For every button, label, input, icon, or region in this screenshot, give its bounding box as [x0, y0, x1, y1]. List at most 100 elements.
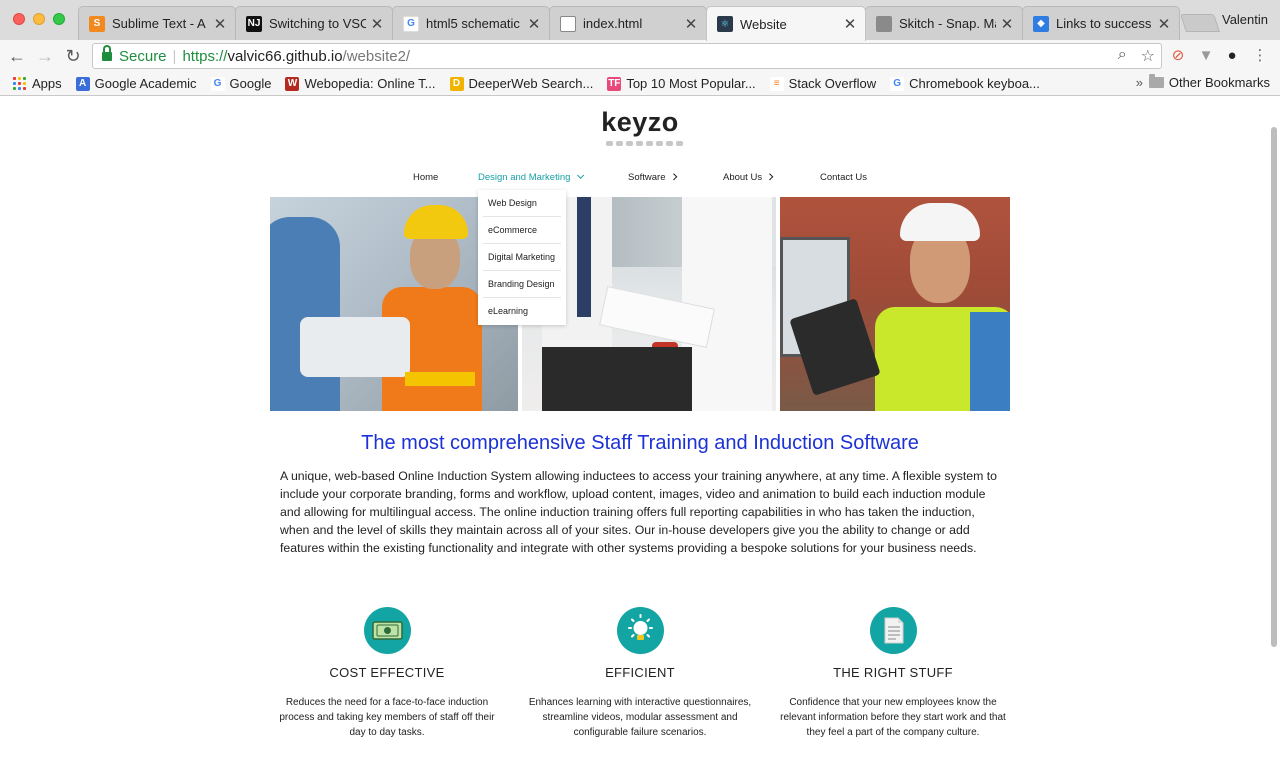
google-icon: G — [890, 76, 905, 91]
tab-website[interactable]: ⚛ Website ✕ — [706, 6, 866, 41]
bookmark-label: Stack Overflow — [788, 76, 877, 91]
feature-cost-effective: COST EFFECTIVE Reduces the need for a fa… — [272, 607, 502, 740]
money-icon — [363, 607, 411, 654]
close-tab-icon[interactable]: ✕ — [370, 15, 384, 33]
google-academic-icon: A — [75, 76, 90, 91]
bookmark-google-academic[interactable]: A Google Academic — [75, 76, 197, 91]
divider: | — [172, 47, 177, 65]
chevron-right-icon — [766, 173, 774, 181]
tab-title: Switching to VSCo — [269, 16, 366, 31]
nav-label: Contact Us — [820, 172, 867, 183]
dropdown-item-elearning[interactable]: eLearning — [483, 298, 561, 325]
feature-title: COST EFFECTIVE — [329, 665, 445, 680]
bookmark-deeperweb[interactable]: D DeeperWeb Search... — [449, 76, 594, 91]
design-marketing-dropdown: Web Design eCommerce Digital Marketing B… — [478, 190, 566, 325]
tab-skitch[interactable]: Skitch - Snap. Ma ✕ — [865, 6, 1023, 40]
layers-icon: ◆ — [1033, 15, 1049, 32]
profile-name[interactable]: Valentin — [1222, 12, 1268, 27]
close-tab-icon[interactable]: ✕ — [684, 15, 698, 33]
feature-title: EFFICIENT — [605, 665, 675, 680]
menu-icon[interactable]: ⋮ — [1250, 46, 1270, 66]
nj-icon: NJ — [246, 15, 262, 32]
url-path: /website2/ — [342, 47, 411, 65]
nav-about-us[interactable]: About Us — [723, 172, 774, 183]
main-nav: Home Design and Marketing Software About… — [0, 171, 1280, 188]
browser-toolbar: ← → ↻ Secure | https://valvic66.github.i… — [0, 40, 1280, 72]
feature-description: Enhances learning with interactive quest… — [528, 697, 752, 738]
close-tab-icon[interactable]: ✕ — [1157, 15, 1171, 33]
bookmarks-bar: Apps A Google Academic G Google W Webope… — [0, 72, 1280, 96]
lock-icon — [102, 45, 112, 62]
tab-title: Website — [740, 16, 787, 32]
fullscreen-window-button[interactable] — [53, 13, 65, 25]
zoom-search-icon[interactable]: ⌕ — [1118, 46, 1127, 66]
google-icon: G — [403, 15, 419, 32]
bookmark-label: Top 10 Most Popular... — [626, 76, 756, 91]
chevron-down-icon — [577, 171, 585, 179]
tab-title: Links to success - — [1056, 16, 1153, 31]
tab-sublime[interactable]: S Sublime Text - A s ✕ — [78, 6, 236, 40]
bookmark-label: Webopedia: Online T... — [304, 76, 436, 91]
tab-html5[interactable]: G html5 schematic - ✕ — [392, 6, 550, 40]
url-host: valvic66.github.io — [227, 47, 343, 65]
bookmark-apps[interactable]: Apps — [13, 76, 62, 91]
nav-contact-us[interactable]: Contact Us — [820, 172, 867, 183]
bookmark-chromebook[interactable]: G Chromebook keyboa... — [890, 76, 1040, 91]
tab-index[interactable]: index.html ✕ — [549, 6, 707, 40]
bookmark-webopedia[interactable]: W Webopedia: Online T... — [285, 76, 436, 91]
apps-icon — [13, 76, 27, 91]
nav-software[interactable]: Software — [628, 172, 677, 183]
feature-efficient: EFFICIENT Enhances learning with interac… — [525, 607, 755, 740]
nav-design-marketing[interactable]: Design and Marketing — [478, 171, 585, 183]
bookmark-google[interactable]: G Google — [210, 76, 272, 91]
tab-vscode[interactable]: NJ Switching to VSCo ✕ — [235, 6, 393, 40]
vivaldi-icon[interactable]: ▼ — [1196, 46, 1216, 66]
reload-icon[interactable]: ↻ — [61, 44, 85, 68]
deeperweb-icon: D — [449, 76, 464, 91]
apple-icon — [876, 15, 892, 32]
site-logo[interactable]: keyzo — [0, 107, 1280, 138]
intro-paragraph: A unique, web-based Online Induction Sys… — [280, 469, 998, 555]
page-headline: The most comprehensive Staff Training an… — [361, 432, 919, 454]
bookmark-star-icon[interactable]: ☆ — [1141, 46, 1155, 66]
close-tab-icon[interactable]: ✕ — [1000, 15, 1014, 33]
close-tab-icon[interactable]: ✕ — [213, 15, 227, 33]
close-tab-icon[interactable]: ✕ — [843, 15, 857, 33]
minimize-window-button[interactable] — [33, 13, 45, 25]
bookmark-top10[interactable]: TF Top 10 Most Popular... — [607, 76, 756, 91]
more-bookmarks-chevron-icon[interactable]: » — [1136, 75, 1143, 90]
feature-right-stuff: THE RIGHT STUFF Confidence that your new… — [778, 607, 1008, 740]
forward-arrow-icon[interactable]: → — [33, 44, 57, 68]
other-bookmarks[interactable]: Other Bookmarks — [1148, 74, 1270, 90]
dropdown-item-branding-design[interactable]: Branding Design — [483, 271, 561, 298]
google-icon: G — [210, 76, 225, 91]
nav-label: Design and Marketing — [478, 172, 571, 183]
close-window-button[interactable] — [13, 13, 25, 25]
back-arrow-icon[interactable]: ← — [5, 44, 29, 68]
github-icon[interactable]: ● — [1222, 46, 1242, 66]
hero-photo-inspector — [780, 197, 1010, 411]
scrollbar[interactable] — [1271, 127, 1277, 647]
secure-label: Secure — [119, 47, 167, 65]
bookmark-label: Apps — [32, 76, 62, 91]
tab-strip: S Sublime Text - A s ✕ NJ Switching to V… — [0, 0, 1280, 41]
dropdown-item-digital-marketing[interactable]: Digital Marketing — [483, 244, 561, 271]
tab-title: index.html — [583, 16, 643, 31]
tab-links[interactable]: ◆ Links to success - ✕ — [1022, 6, 1180, 40]
nav-home[interactable]: Home — [413, 172, 438, 183]
bookmark-label: Google — [229, 76, 272, 91]
dropdown-item-ecommerce[interactable]: eCommerce — [483, 217, 561, 244]
hero-banner — [270, 197, 1010, 411]
bookmark-label: DeeperWeb Search... — [468, 76, 594, 91]
dropdown-item-web-design[interactable]: Web Design — [483, 190, 561, 217]
address-bar[interactable]: Secure | https://valvic66.github.io/webs… — [92, 43, 1162, 69]
extension-icon[interactable]: ⊘ — [1168, 46, 1188, 66]
file-icon — [560, 15, 576, 32]
bookmark-stackoverflow[interactable]: ≡ Stack Overflow — [769, 76, 877, 91]
nav-label: Home — [413, 172, 439, 183]
new-tab-button[interactable] — [1180, 14, 1220, 32]
close-tab-icon[interactable]: ✕ — [527, 15, 541, 33]
tf-icon: TF — [607, 76, 622, 91]
stackoverflow-icon: ≡ — [769, 76, 784, 91]
lightbulb-icon — [616, 607, 664, 654]
